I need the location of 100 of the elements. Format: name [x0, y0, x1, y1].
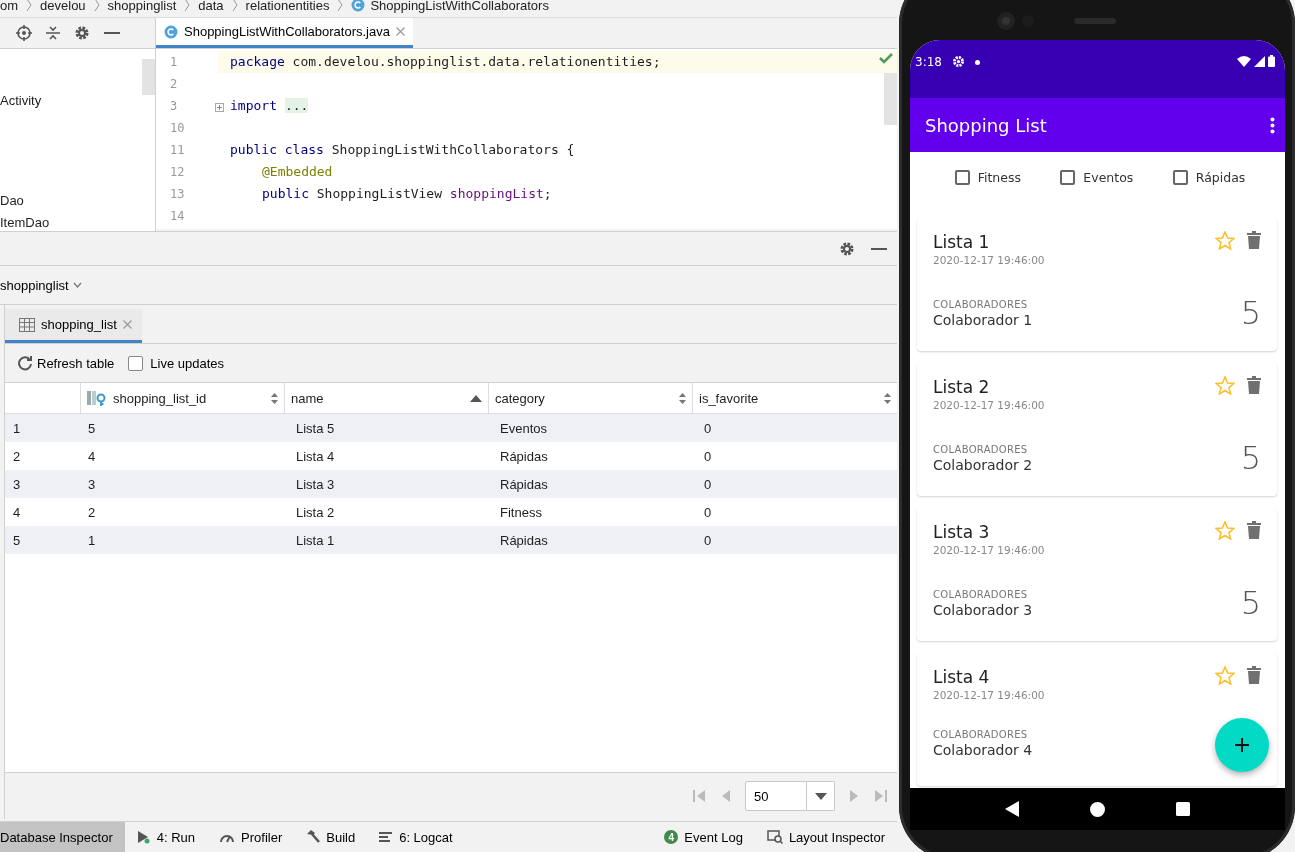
trash-icon — [1247, 231, 1261, 249]
filter-checkbox[interactable]: Rápidas — [1172, 169, 1246, 185]
table-cell-text: Rápidas — [499, 448, 549, 464]
scrollbar-thumb[interactable] — [884, 73, 897, 125]
breadcrumb[interactable]: data — [198, 0, 224, 13]
column-header[interactable]: is_favorite — [699, 390, 878, 406]
tool-window-button[interactable]: Layout Inspector — [754, 822, 897, 852]
list-title: Lista 3 — [933, 521, 991, 544]
tool-window-button[interactable]: 6: Logcat — [367, 822, 465, 852]
checkbox[interactable] — [1060, 169, 1076, 185]
list-date: 2020-12-17 19:46:00 — [933, 399, 1046, 411]
list-title: Lista 1 — [933, 231, 991, 254]
close-icon[interactable] — [122, 320, 132, 329]
table-cell-text: 0 — [703, 504, 713, 520]
scrollbar-thumb[interactable] — [142, 59, 155, 95]
table-cell-text: 0 — [703, 420, 713, 436]
logcat-icon — [379, 831, 394, 843]
settings-icon[interactable] — [74, 25, 90, 41]
list-card[interactable]: Lista 1 2020-12-17 19:46:00 COLABORADORES Colaborador 1 5 — [917, 218, 1277, 351]
refresh-table-button[interactable]: Refresh table — [17, 355, 115, 371]
filter-checkbox[interactable]: Eventos — [1060, 169, 1134, 185]
list-card[interactable]: Lista 2 2020-12-17 19:46:00 COLABORADORES Colaborador 2 5 — [917, 363, 1277, 496]
tool-window-button[interactable]: Profiler — [207, 822, 295, 852]
sort-icon[interactable] — [884, 392, 891, 404]
sort-icon[interactable] — [271, 392, 278, 404]
filter-checkbox[interactable]: Fitness — [954, 169, 1021, 185]
collaborator-count: 5 — [1240, 584, 1261, 622]
table-cell-text: 0 — [703, 448, 713, 464]
breadcrumb[interactable]: shoppinglist — [107, 0, 177, 13]
breadcrumb[interactable]: relationentities — [245, 0, 330, 13]
collaborator-name: Colaborador 4 — [933, 742, 1033, 758]
recents-button[interactable] — [1175, 802, 1190, 816]
table-cell-text: 4 — [87, 448, 97, 464]
sort-ascending-icon[interactable] — [470, 394, 482, 402]
list-card[interactable]: Lista 3 2020-12-17 19:46:00 COLABORADORES Colaborador 3 5 — [917, 508, 1277, 641]
plus-icon — [1235, 738, 1249, 752]
trash-icon — [1247, 666, 1261, 684]
project-tree-item[interactable]: ItemDao — [0, 215, 155, 231]
line-number: 1 — [169, 54, 179, 71]
collaborators-label: COLABORADORES — [933, 588, 1029, 600]
tool-window-button[interactable]: 4: Run — [124, 822, 208, 852]
checkbox[interactable] — [954, 169, 970, 185]
delete-button[interactable] — [1247, 521, 1261, 540]
line-number: 10 — [169, 120, 186, 137]
delete-button[interactable] — [1247, 376, 1261, 395]
back-button[interactable] — [1005, 801, 1020, 817]
collapse-all-icon[interactable] — [46, 25, 60, 41]
table-cell-text: Fitness — [499, 504, 543, 520]
collaborators-label: COLABORADORES — [933, 298, 1029, 310]
live-updates-checkbox[interactable]: Live updates — [128, 355, 225, 371]
home-button[interactable] — [1090, 801, 1105, 817]
table-cell-text: Rápidas — [499, 532, 549, 548]
primary-key-icon — [87, 390, 107, 406]
editor-tab[interactable]: ShoppingListWithCollaborators.java — [156, 18, 413, 48]
trash-icon — [1247, 521, 1261, 539]
signal-icon — [1254, 55, 1265, 67]
database-dropdown[interactable]: shoppinglist — [0, 277, 82, 293]
breadcrumb[interactable]: om — [0, 0, 19, 13]
class-icon — [164, 24, 178, 39]
breadcrumb[interactable]: develou — [40, 0, 86, 13]
minimize-icon[interactable] — [871, 247, 887, 250]
breadcrumb[interactable]: ShoppingListWithCollaborators — [370, 0, 549, 13]
breadcrumb-separator-icon — [231, 0, 238, 11]
collaborator-count: 5 — [1240, 439, 1261, 477]
column-header[interactable]: name — [291, 390, 464, 406]
page-size-field[interactable]: 50 — [745, 781, 807, 811]
delete-button[interactable] — [1247, 666, 1261, 685]
checkbox[interactable] — [128, 355, 144, 371]
star-icon — [1215, 376, 1235, 395]
tool-window-button[interactable]: Build — [294, 822, 368, 852]
list-date: 2020-12-17 19:46:00 — [933, 689, 1046, 701]
star-icon — [1215, 666, 1235, 685]
dropdown-button[interactable] — [807, 781, 835, 811]
row-number: 5 — [12, 532, 22, 548]
column-header[interactable]: category — [495, 390, 673, 406]
column-header[interactable]: shopping_list_id — [113, 390, 265, 406]
table-cell-text: 0 — [703, 476, 713, 492]
chevron-down-icon — [72, 282, 82, 288]
more-options-button[interactable] — [1270, 116, 1275, 134]
tool-window-button[interactable]: Database Inspector — [0, 822, 125, 852]
sort-icon[interactable] — [679, 392, 686, 404]
row-number: 3 — [12, 476, 22, 492]
list-card[interactable]: Lista 4 2020-12-17 19:46:00 COLABORADORES Colaborador 4 — [917, 653, 1277, 786]
project-tree-item[interactable]: Activity — [0, 93, 155, 109]
line-number: 11 — [169, 142, 186, 159]
fold-icon[interactable] — [215, 103, 224, 112]
caret-icon — [814, 792, 827, 800]
tool-window-button[interactable]: 4 Event Log — [652, 822, 755, 852]
breadcrumb-separator-icon — [184, 0, 191, 11]
list-title: Lista 4 — [933, 666, 991, 689]
checkbox[interactable] — [1172, 169, 1188, 185]
notification-badge: 4 — [664, 830, 679, 844]
project-tree-item[interactable]: Dao — [0, 193, 155, 209]
delete-button[interactable] — [1247, 231, 1261, 250]
table-tab[interactable]: shopping_list — [5, 309, 142, 343]
settings-icon[interactable] — [839, 240, 855, 257]
breadcrumb-separator-icon — [93, 0, 100, 11]
locate-icon[interactable] — [16, 25, 32, 41]
close-icon[interactable] — [395, 27, 405, 36]
app-title: Shopping List — [925, 114, 1048, 136]
